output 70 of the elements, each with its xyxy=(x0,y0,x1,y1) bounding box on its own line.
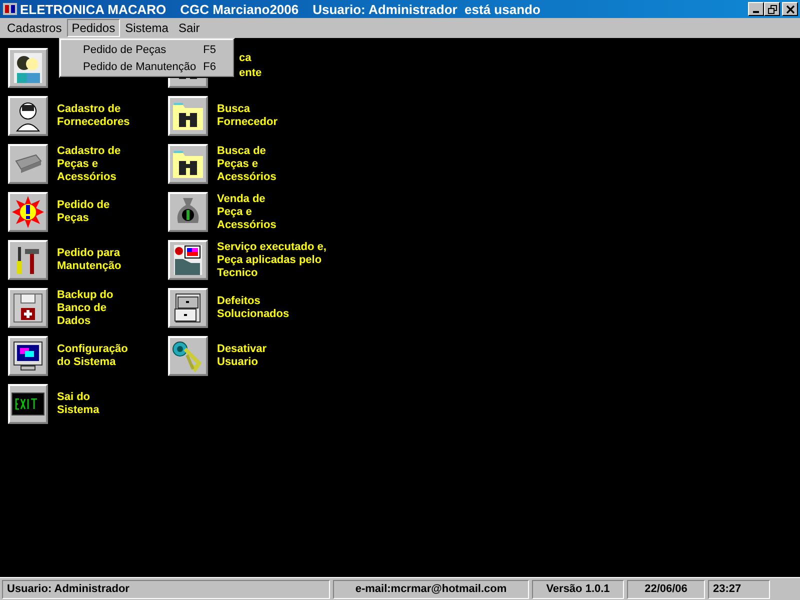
restore-button[interactable] xyxy=(764,2,780,16)
shortcut-label: ente xyxy=(238,66,262,80)
shortcut-label: Peças e xyxy=(57,158,99,170)
shortcut-label: Usuario xyxy=(217,356,259,369)
shortcut-label: Venda de xyxy=(217,192,266,206)
alert-icon xyxy=(11,195,45,229)
status-field: Versão 1.0.1 xyxy=(532,580,624,598)
shortcut-label: Backup do xyxy=(57,288,114,302)
menu-item[interactable]: Cadastros xyxy=(2,19,67,37)
people-icon xyxy=(11,51,45,85)
shortcut-label: Defeitos xyxy=(217,295,262,308)
shortcut-button[interactable] xyxy=(8,192,48,232)
shortcut-button[interactable] xyxy=(8,336,48,376)
shortcut-label: Configuração xyxy=(57,343,128,356)
shortcut-label: Cadastro de xyxy=(57,103,122,116)
shortcut-label: Peças e xyxy=(217,158,259,170)
shortcut-button[interactable] xyxy=(8,48,48,88)
menu-item[interactable]: Sistema xyxy=(120,19,174,37)
shortcut-label: Acessórios xyxy=(217,218,276,232)
shortcut-label: Peça e xyxy=(217,206,253,218)
status-field: Usuario: Administrador xyxy=(2,580,330,598)
shortcut-button[interactable] xyxy=(8,240,48,280)
shortcut-label: Peça aplicadas pelo xyxy=(217,254,323,266)
shortcut-label: Fornecedores xyxy=(57,116,130,129)
window-title: Usuario: Administrador está usando xyxy=(312,2,540,16)
shortcut-button[interactable] xyxy=(168,336,208,376)
close-icon xyxy=(786,4,794,14)
status-field: e-mail:mcrmar@hotmail.com xyxy=(333,580,529,598)
shortcut-label: Cadastro de xyxy=(57,144,121,158)
shortcut-button[interactable] xyxy=(168,240,208,280)
shortcut-label: Fornecedor xyxy=(217,116,278,129)
menu-option[interactable]: Pedido de Manutenção F6 xyxy=(60,58,234,75)
shortcut-label: ca xyxy=(238,52,252,65)
menu-option[interactable]: Pedido de Peças F5 xyxy=(60,41,234,58)
shortcut-button[interactable] xyxy=(168,192,208,232)
shortcut-button[interactable] xyxy=(168,288,208,328)
shortcut-label: Sistema xyxy=(57,404,100,417)
shortcut-label: Manutenção xyxy=(57,260,122,273)
shortcut-label: Peças xyxy=(57,212,90,225)
shortcut-label: Desativar xyxy=(217,343,267,356)
shortcut-label: Pedido de xyxy=(57,199,110,212)
shortcut-label: Busca de xyxy=(217,144,267,158)
status-field: 23:27 xyxy=(708,580,770,598)
minimize-button[interactable] xyxy=(748,2,764,16)
monitor-icon xyxy=(11,339,45,373)
restore-icon xyxy=(768,4,776,14)
shortcut-label: Banco de xyxy=(57,302,108,314)
menu-item[interactable]: Sair xyxy=(173,19,205,37)
window-title: ELETRONICA MACARO xyxy=(20,2,166,16)
shortcut-label: Dados xyxy=(57,314,92,328)
shortcut-label: Pedido para xyxy=(57,247,121,260)
shortcut-label: do Sistema xyxy=(57,356,117,369)
shortcut-label: Serviço executado e, xyxy=(217,240,326,254)
shortcut-button[interactable] xyxy=(8,288,48,328)
technician-icon xyxy=(171,243,205,277)
app-icon xyxy=(2,1,18,17)
menu-item[interactable]: Pedidos xyxy=(66,19,120,37)
shortcut-label: Tecnico xyxy=(217,266,259,280)
close-button[interactable] xyxy=(782,2,798,16)
shortcut-label: Sai do xyxy=(57,391,92,404)
window-title: CGC Marciano2006 xyxy=(180,2,299,16)
shortcut-label: Acessórios xyxy=(217,170,276,184)
shortcut-label: Busca xyxy=(217,103,252,116)
shortcut-button[interactable] xyxy=(168,96,208,136)
shortcut-button[interactable] xyxy=(168,144,208,184)
status-field: 22/06/06 xyxy=(627,580,705,598)
shortcut-button[interactable] xyxy=(8,384,48,424)
shortcut-label: Solucionados xyxy=(217,308,290,321)
shortcut-label: Acessórios xyxy=(57,170,118,184)
shortcut-button[interactable] xyxy=(8,96,48,136)
